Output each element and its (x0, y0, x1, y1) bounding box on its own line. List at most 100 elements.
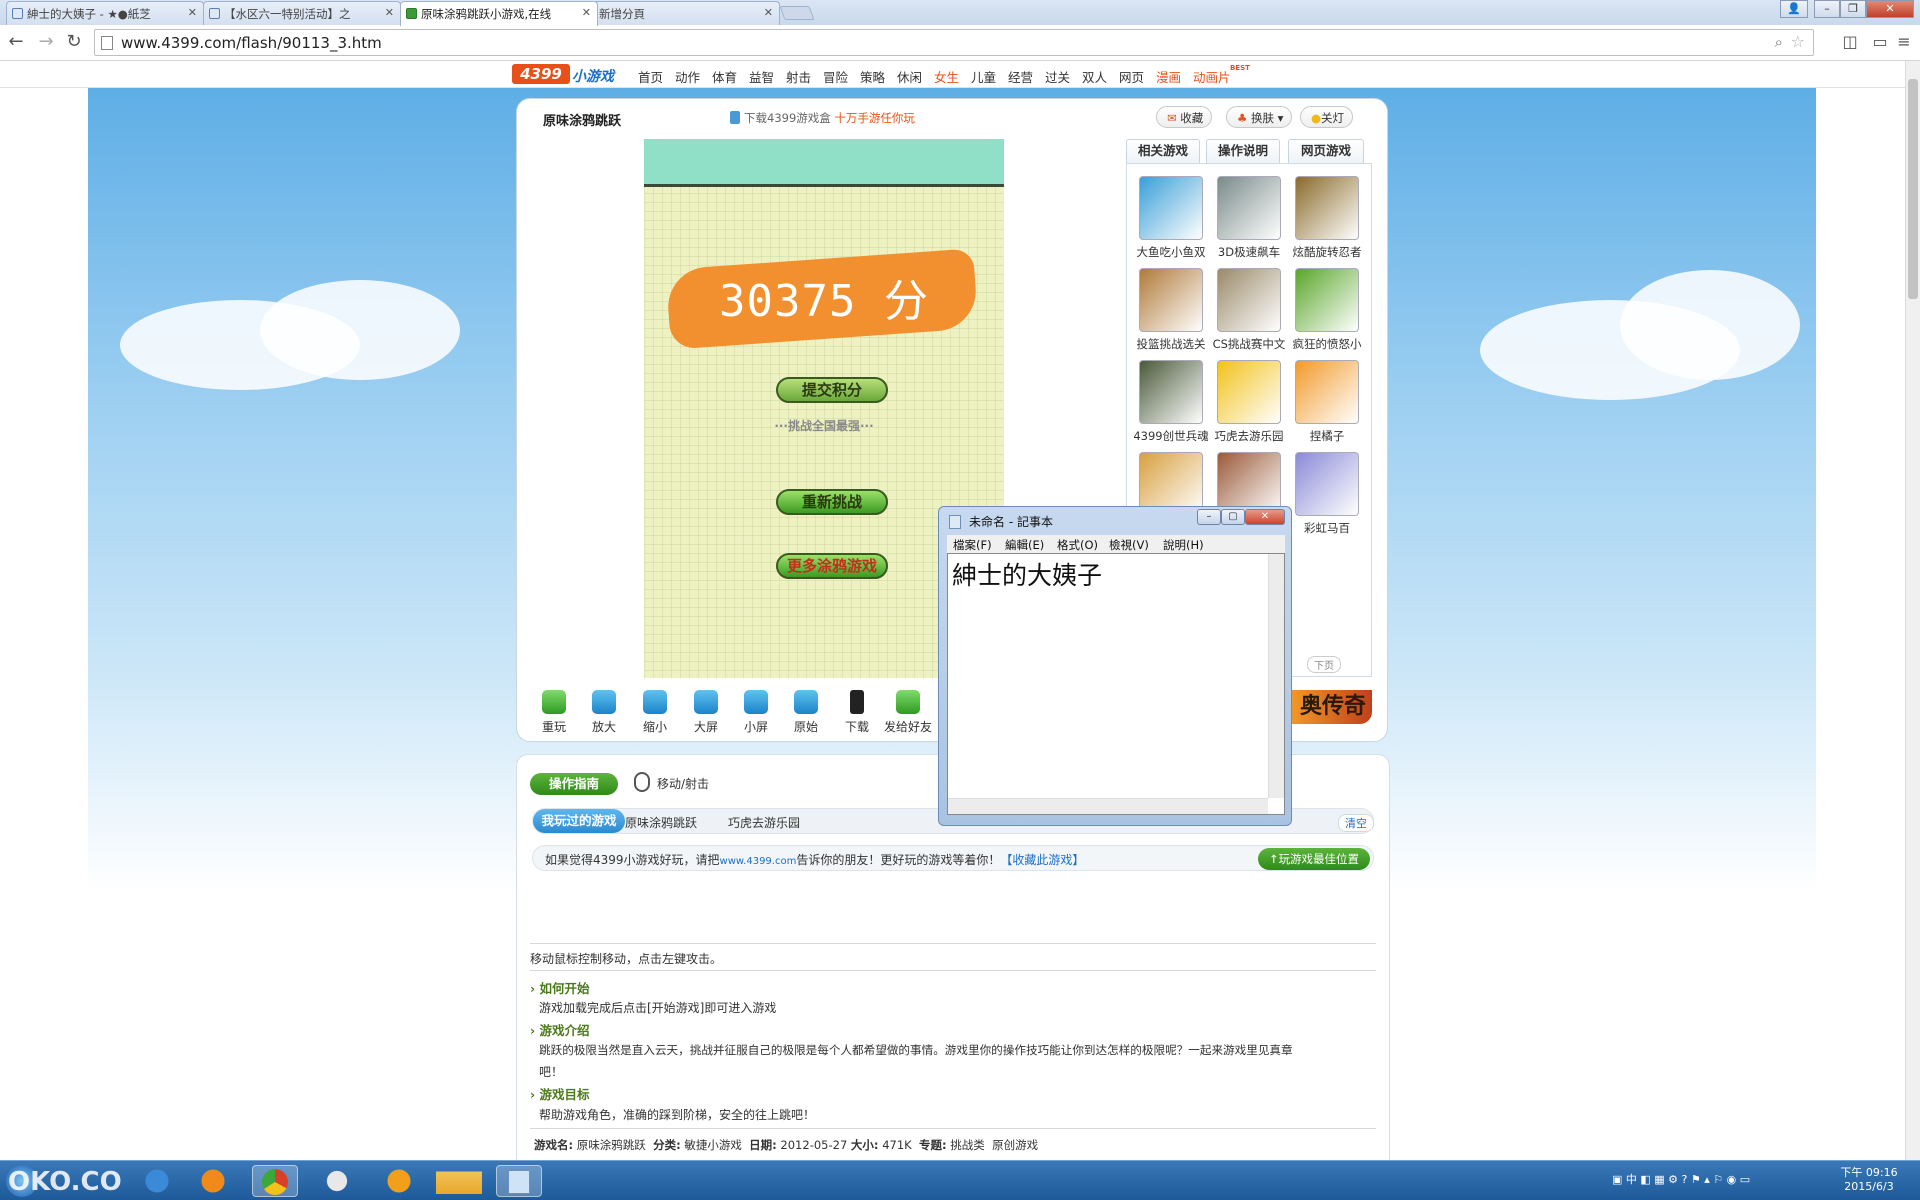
game-thumbnail[interactable] (1217, 268, 1281, 332)
nav-item[interactable]: 休闲 (897, 67, 922, 86)
game-thumbnail[interactable] (1295, 360, 1359, 424)
close-icon[interactable]: ✕ (582, 6, 591, 19)
menu-icon[interactable]: ≡ (1892, 31, 1916, 55)
game-name[interactable]: 巧虎去游乐园 (1209, 428, 1289, 444)
close-icon[interactable]: ✕ (1245, 509, 1285, 525)
minimize-icon[interactable]: – (1814, 0, 1840, 18)
original-size-button[interactable]: 原始 (784, 686, 828, 735)
media-icon[interactable] (376, 1165, 422, 1197)
nav-item[interactable]: 首页 (638, 67, 663, 86)
collect-button[interactable]: ✉ 收藏 (1156, 106, 1213, 128)
search-icon[interactable]: ⌕ (1775, 33, 1783, 51)
nav-item[interactable]: 射击 (786, 67, 811, 86)
user-icon[interactable]: 👤 (1780, 0, 1808, 18)
forward-icon[interactable]: → (34, 31, 58, 55)
game-name[interactable]: 疯狂的愤怒小 (1287, 336, 1367, 352)
close-icon[interactable]: ✕ (385, 6, 394, 19)
browser-tab[interactable]: 紳士的大姨子 - ★●紙芝 ✕ (6, 1, 204, 25)
game-name[interactable]: 彩虹马百 (1287, 520, 1367, 536)
notepad-taskbar-button[interactable] (496, 1165, 542, 1197)
skin-button[interactable]: ♣ 换肤 ▾ (1226, 106, 1293, 128)
nav-item[interactable]: 益智 (749, 67, 774, 86)
notepad-window[interactable]: 未命名 - 記事本 – ▢ ✕ 檔案(F) 編輯(E) 格式(O) 檢視(V) … (938, 506, 1292, 826)
nav-item[interactable]: 体育 (712, 67, 737, 86)
folder-icon[interactable] (436, 1165, 482, 1197)
scrollbar-thumb[interactable] (1908, 79, 1918, 299)
share-friend-button[interactable]: 发给好友 (878, 686, 938, 735)
cast-icon[interactable]: ▭ (1868, 31, 1892, 55)
game-thumbnail[interactable] (1295, 452, 1359, 516)
nav-item[interactable]: 网页 (1119, 67, 1144, 86)
nav-item[interactable]: 经营 (1008, 67, 1033, 86)
site-logo[interactable]: 4399 小游戏 (512, 64, 622, 86)
menu-view[interactable]: 檢視(V) (1109, 537, 1149, 553)
app-icon[interactable] (314, 1165, 360, 1197)
submit-score-button[interactable]: 提交积分 (776, 377, 888, 403)
nav-item[interactable]: 双人 (1082, 67, 1107, 86)
reload-icon[interactable]: ↻ (62, 31, 86, 55)
address-bar[interactable]: www.4399.com/flash/90113_3.htm ⌕ ☆ (94, 29, 1814, 56)
ie-icon[interactable] (134, 1165, 180, 1197)
nav-item[interactable]: 儿童 (971, 67, 996, 86)
close-icon[interactable]: ✕ (188, 6, 197, 19)
game-thumbnail[interactable] (1139, 360, 1203, 424)
meta-value[interactable]: 敏捷小游戏 (684, 1138, 742, 1152)
meta-value[interactable]: 原味涂鸦跳跃 (577, 1138, 646, 1152)
played-item[interactable]: 巧虎去游乐园 (728, 814, 800, 831)
tab-web-games[interactable]: 网页游戏 (1288, 139, 1364, 163)
new-tab-button[interactable] (779, 6, 815, 20)
nav-item[interactable]: 动作 (675, 67, 700, 86)
game-name[interactable]: 投篮挑战选关 (1131, 336, 1211, 352)
tab-related-games[interactable]: 相关游戏 (1126, 139, 1200, 163)
menu-help[interactable]: 說明(H) (1163, 537, 1204, 553)
back-icon[interactable]: ← (4, 31, 28, 55)
game-name[interactable]: 炫酷旋转忍者 (1287, 244, 1367, 260)
more-games-button[interactable]: 更多涂鸦游戏 (776, 553, 888, 579)
game-thumbnail[interactable] (1295, 176, 1359, 240)
game-name[interactable]: 大鱼吃小鱼双 (1131, 244, 1211, 260)
share-url[interactable]: www.4399.com (720, 856, 797, 867)
star-icon[interactable]: ☆ (1791, 32, 1805, 51)
browser-tab[interactable]: 新增分頁 ✕ (584, 1, 780, 25)
game-name[interactable]: CS挑战赛中文 (1209, 336, 1289, 352)
game-name[interactable]: 捏橘子 (1287, 428, 1367, 444)
replay-button[interactable]: 重玩 (532, 686, 576, 735)
ad-banner[interactable]: 奥传奇 (1290, 690, 1372, 724)
bookmark-link[interactable]: 【收藏此游戏】 (1000, 853, 1084, 867)
best-position-button[interactable]: ↑玩游戏最佳位置 (1258, 848, 1370, 870)
extension-icon[interactable]: ◫ (1838, 31, 1862, 55)
maximize-icon[interactable]: ▢ (1221, 509, 1245, 525)
minimize-icon[interactable]: – (1197, 509, 1221, 525)
nav-item[interactable]: 策略 (860, 67, 885, 86)
page-scrollbar[interactable] (1905, 61, 1920, 1160)
meta-value[interactable]: 挑战类 (950, 1138, 985, 1152)
close-icon[interactable]: ✕ (764, 6, 773, 19)
nav-item[interactable]: 过关 (1045, 67, 1070, 86)
download-button[interactable]: 下载 (835, 686, 879, 735)
retry-button[interactable]: 重新挑战 (776, 489, 888, 515)
played-item[interactable]: 原味涂鸦跳跃 (625, 814, 697, 831)
menu-edit[interactable]: 編輯(E) (1005, 537, 1044, 553)
clock[interactable]: 下午 09:16 2015/6/3 (1834, 1164, 1904, 1193)
tray-icons[interactable]: ▣ 中 ◧ ▦ ⚙ ? ⚑ ▴ ⚐ ◉ ▭ (1612, 1171, 1750, 1187)
firefox-icon[interactable] (190, 1165, 236, 1197)
game-thumbnail[interactable] (1139, 176, 1203, 240)
promo-link[interactable]: 下载4399游戏盒 十万手游任你玩 (730, 110, 915, 126)
maximize-icon[interactable]: ❐ (1840, 0, 1866, 18)
tab-instructions[interactable]: 操作说明 (1206, 139, 1280, 163)
zoom-out-button[interactable]: 缩小 (633, 686, 677, 735)
game-thumbnail[interactable] (1217, 176, 1281, 240)
fullscreen-button[interactable]: 大屏 (684, 686, 728, 735)
menu-format[interactable]: 格式(O) (1057, 537, 1098, 553)
horizontal-scrollbar[interactable] (948, 798, 1268, 814)
chrome-taskbar-button[interactable] (252, 1165, 298, 1197)
next-page-button[interactable]: 下页 (1307, 656, 1341, 673)
game-thumbnail[interactable] (1139, 268, 1203, 332)
game-name[interactable]: 3D极速飙车 (1209, 244, 1289, 260)
small-screen-button[interactable]: 小屏 (734, 686, 778, 735)
browser-tab-active[interactable]: 原味涂鸦跳跃小游戏,在线 ✕ (400, 1, 598, 26)
close-window-icon[interactable]: ✕ (1866, 0, 1914, 18)
menu-file[interactable]: 檔案(F) (953, 537, 992, 553)
game-thumbnail[interactable] (1295, 268, 1359, 332)
nav-item[interactable]: 冒险 (823, 67, 848, 86)
